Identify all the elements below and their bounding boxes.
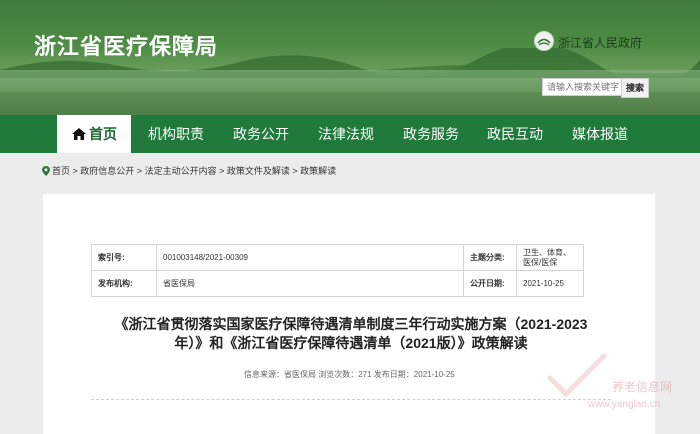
site-title[interactable]: 浙江省医疗保障局: [34, 29, 218, 61]
watermark-text: 养老信息网: [612, 380, 673, 394]
index-label: 索引号:: [91, 244, 157, 271]
article-info: 信息来源：省医保局 浏览次数：271 发布日期：2021-10-25: [244, 370, 455, 379]
topic-label: 主题分类:: [463, 244, 517, 271]
location-pin-icon: [42, 166, 50, 176]
table-row: 发布机构: 省医保局 公开日期: 2021-10-25: [91, 270, 584, 297]
home-icon: [72, 128, 86, 140]
table-row: 索引号: 001003148/2021-00309 主题分类: 卫生、体育、医保…: [91, 244, 584, 271]
search-input[interactable]: [542, 78, 624, 96]
index-value: 001003148/2021-00309: [156, 244, 464, 271]
nav-item-gov-affairs[interactable]: 政务公开: [233, 115, 289, 153]
nav-item-interaction[interactable]: 政民互动: [487, 115, 543, 153]
search-button[interactable]: 搜索: [621, 78, 649, 98]
gov-link[interactable]: 浙江省人民政府: [558, 34, 642, 51]
document-meta-table: 索引号: 001003148/2021-00309 主题分类: 卫生、体育、医保…: [91, 244, 584, 297]
breadcrumb-policy-docs[interactable]: 政策文件及解读: [227, 166, 290, 176]
date-label: 公开日期:: [463, 270, 517, 297]
article-title-line1: 《浙江省贯彻落实国家医疗保障待遇清单制度三年行动实施方案（2021-2023: [114, 316, 588, 332]
divider: [91, 399, 611, 400]
nav-item-laws[interactable]: 法律法规: [318, 115, 374, 153]
watermark-url: www.yanglao.cn: [588, 399, 661, 410]
nav-item-services[interactable]: 政务服务: [403, 115, 459, 153]
breadcrumb-policy-interpretation[interactable]: 政策解读: [300, 166, 336, 176]
gov-emblem-icon[interactable]: [534, 31, 554, 51]
topic-value: 卫生、体育、医保/医保: [516, 244, 584, 271]
article-title: 《浙江省贯彻落实国家医疗保障待遇清单制度三年行动实施方案（2021-2023 年…: [91, 315, 611, 353]
watermark-logo-icon: [547, 353, 607, 398]
date-value: 2021-10-25: [516, 270, 584, 297]
nav-home-label: 首页: [89, 126, 117, 142]
publisher-label: 发布机构:: [91, 270, 157, 297]
breadcrumb-info-disclosure[interactable]: 政府信息公开: [80, 166, 134, 176]
main-nav: 首页 机构职责 政务公开 法律法规 政务服务 政民互动 媒体报道: [0, 115, 700, 153]
publisher-value: 省医保局: [156, 270, 464, 297]
nav-item-home[interactable]: 首页: [57, 115, 131, 153]
breadcrumb: 首页 > 政府信息公开 > 法定主动公开内容 > 政策文件及解读 > 政策解读: [42, 164, 336, 177]
breadcrumb-home[interactable]: 首页: [52, 166, 70, 176]
nav-item-media[interactable]: 媒体报道: [572, 115, 628, 153]
nav-item-functions[interactable]: 机构职责: [148, 115, 204, 153]
breadcrumb-statutory[interactable]: 法定主动公开内容: [145, 166, 217, 176]
article-title-line2: 年）》和《浙江省医疗保障待遇清单（2021版）》政策解读: [174, 335, 528, 351]
